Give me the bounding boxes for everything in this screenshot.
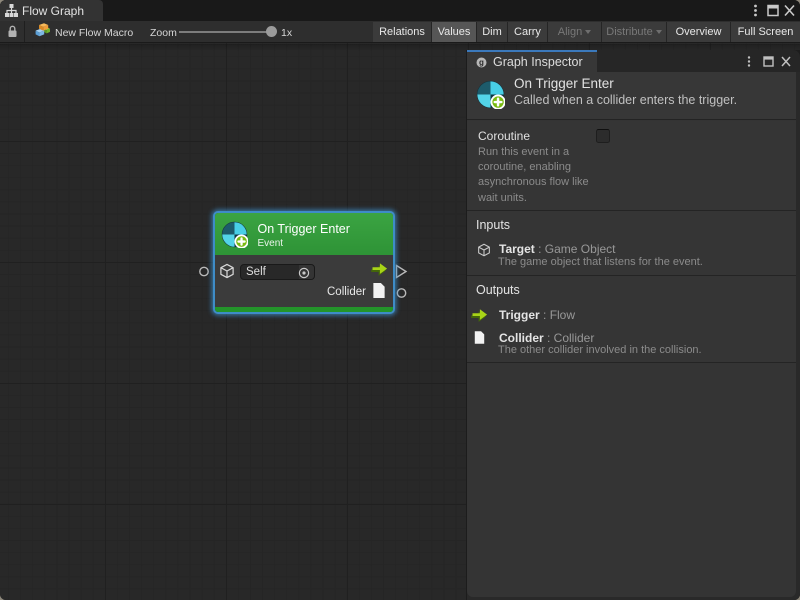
svg-text:g: g — [479, 58, 484, 67]
